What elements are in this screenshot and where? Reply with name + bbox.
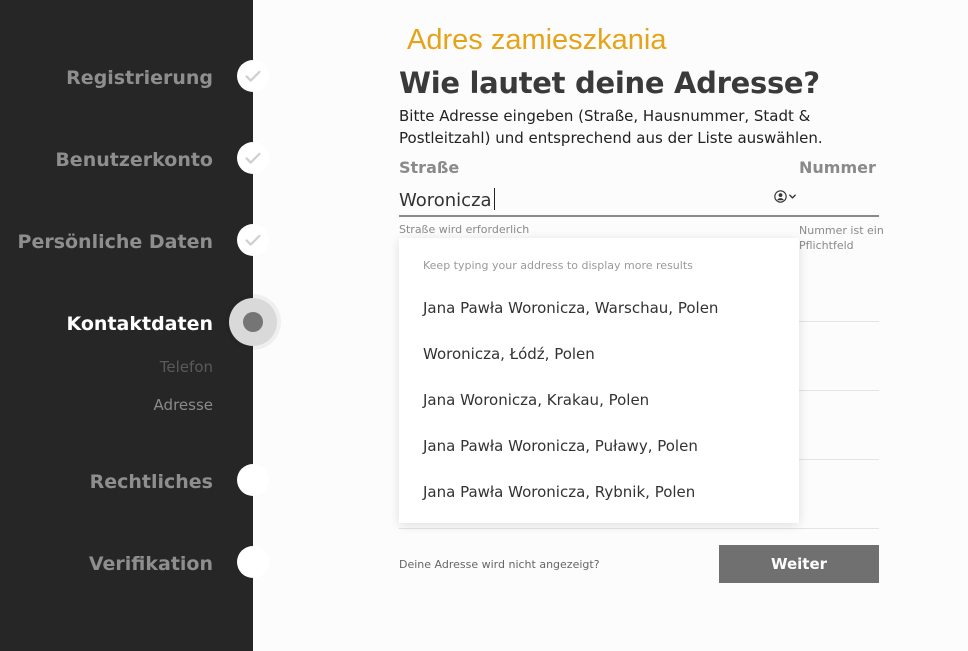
dropdown-hint: Keep typing your address to display more… <box>423 259 693 272</box>
address-not-shown-link[interactable]: Deine Adresse wird nicht angezeigt? <box>399 558 600 571</box>
street-error: Straße wird erforderlich <box>399 223 530 236</box>
step-kontaktdaten: Kontaktdaten <box>66 313 213 335</box>
autofill-contact-icon[interactable] <box>774 190 797 203</box>
step-persoenliche-daten: Persönliche Daten <box>17 231 213 253</box>
suggestion-item[interactable]: Jana Pawła Woronicza, Warschau, Polen <box>423 299 718 317</box>
check-icon <box>237 224 269 256</box>
suggestion-item[interactable]: Jana Pawła Woronicza, Puławy, Polen <box>423 437 698 455</box>
next-button[interactable]: Weiter <box>719 545 879 583</box>
person-circle-icon <box>774 190 787 203</box>
step-verifikation: Verifikation <box>88 553 213 575</box>
step-benutzerkonto: Benutzerkonto <box>55 149 213 171</box>
section-label: Adres zamieszkania <box>407 24 667 56</box>
step-rechtliches: Rechtliches <box>89 471 213 493</box>
suggestion-item[interactable]: Jana Woronicza, Krakau, Polen <box>423 391 649 409</box>
empty-circle-icon <box>237 546 269 578</box>
substep-adresse: Adresse <box>153 396 213 414</box>
suggestion-item[interactable]: Jana Pawła Woronicza, Rybnik, Polen <box>423 483 695 501</box>
suggestion-item[interactable]: Woronicza, Łódź, Polen <box>423 345 595 363</box>
intro-text: Bitte Adresse eingeben (Straße, Hausnumm… <box>399 107 823 147</box>
number-label: Nummer <box>799 158 876 177</box>
address-suggestions-dropdown: Keep typing your address to display more… <box>399 238 799 523</box>
substep-telefon: Telefon <box>159 358 213 376</box>
street-input[interactable] <box>399 184 799 216</box>
check-icon <box>237 60 269 92</box>
check-icon <box>237 142 269 174</box>
empty-circle-icon <box>237 464 269 496</box>
current-step-icon <box>229 298 277 346</box>
chevron-down-icon <box>789 194 796 199</box>
street-label: Straße <box>399 158 460 177</box>
street-input-underline <box>399 215 879 217</box>
step-registrierung: Registrierung <box>66 67 213 89</box>
text-caret <box>494 188 495 210</box>
number-error: Nummer ist ein Pflichtfeld <box>799 224 884 252</box>
current-step-marker <box>243 312 263 332</box>
page-title: Wie lautet deine Adresse? <box>399 66 820 100</box>
field-divider <box>399 528 879 529</box>
progress-sidebar: Registrierung Benutzerkonto Persönliche … <box>0 0 253 651</box>
